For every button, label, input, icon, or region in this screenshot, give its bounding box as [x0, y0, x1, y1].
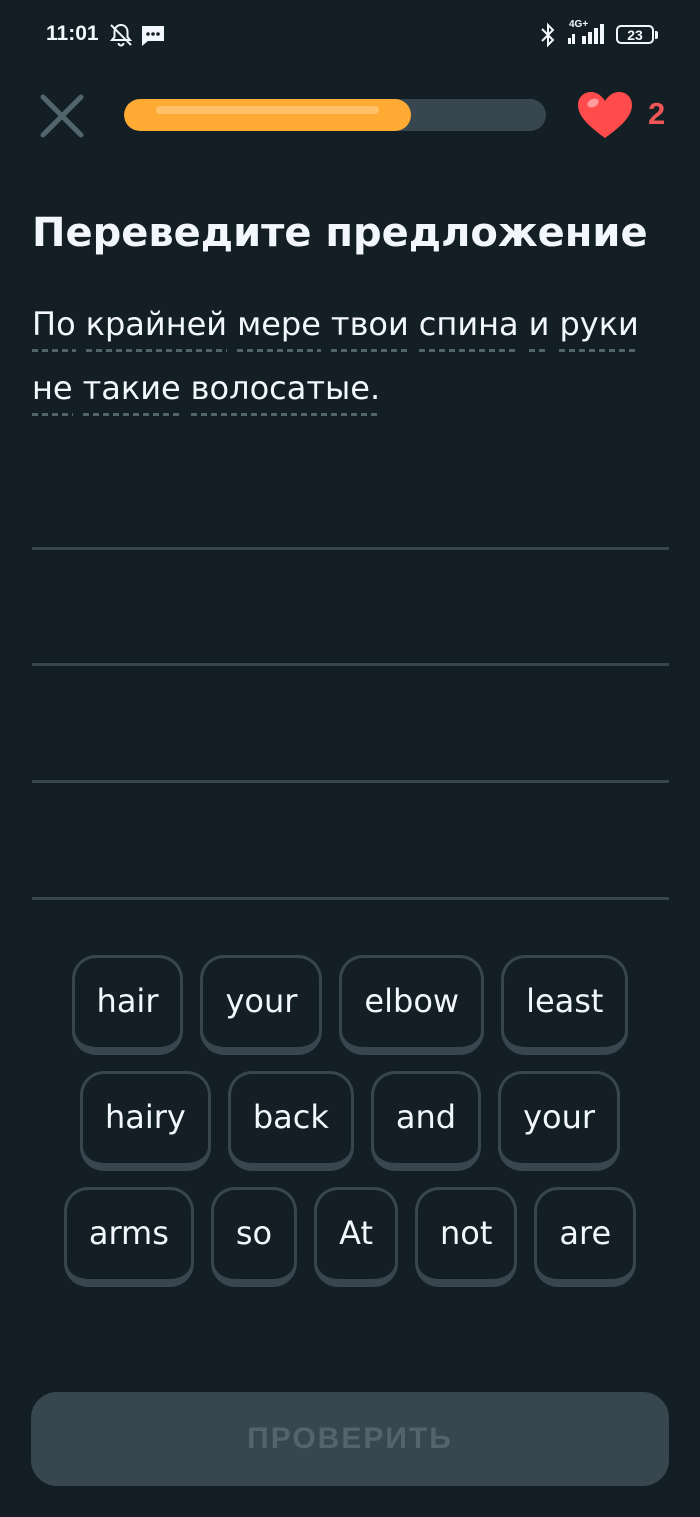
word-chip[interactable]: elbow — [339, 955, 485, 1055]
word-chip[interactable]: least — [501, 955, 629, 1055]
status-bar: 11:01 4G+ 23 — [0, 0, 700, 70]
lesson-progress-bar — [124, 99, 546, 131]
word-chip[interactable]: hairy — [79, 1071, 211, 1171]
word-bank: hair your elbow least hairy back and your arms so… — [0, 955, 700, 1303]
prompt-word[interactable]: и — [528, 300, 550, 352]
status-time: 11:01 — [46, 22, 99, 45]
close-icon[interactable] — [38, 92, 86, 140]
prompt-word[interactable]: не — [32, 364, 73, 416]
word-chip[interactable]: are — [534, 1187, 637, 1287]
prompt-word[interactable]: твои — [330, 300, 409, 352]
bluetooth-icon — [541, 22, 555, 48]
word-chip[interactable]: back — [227, 1071, 354, 1171]
exercise-title: Переведите предложение — [32, 210, 648, 256]
signal-icon — [568, 24, 604, 44]
answer-line[interactable] — [32, 897, 669, 900]
word-chip[interactable]: so — [210, 1187, 298, 1287]
prompt-word[interactable]: крайней — [85, 300, 228, 352]
message-icon — [142, 26, 164, 46]
lives-count: 2 — [648, 96, 666, 131]
prompt-sentence: По крайней мере твои спина и руки не такие волоса… — [32, 292, 672, 420]
prompt-word[interactable]: такие — [82, 364, 181, 416]
word-bank-row: hair your elbow least — [0, 955, 700, 1055]
word-chip[interactable]: arms — [63, 1187, 194, 1287]
prompt-word[interactable]: По — [32, 300, 76, 352]
word-chip[interactable]: At — [314, 1187, 398, 1287]
prompt-word[interactable]: волосатые. — [190, 364, 381, 416]
heart-icon[interactable] — [576, 90, 634, 140]
bell-muted-icon — [109, 23, 133, 47]
prompt-word[interactable]: спина — [418, 300, 519, 352]
word-chip[interactable]: your — [498, 1071, 621, 1171]
prompt-word[interactable]: руки — [559, 300, 639, 352]
word-bank-row: hairy back and your — [0, 1071, 700, 1171]
prompt-word[interactable]: мере — [237, 300, 321, 352]
progress-shine — [156, 106, 379, 114]
word-chip[interactable]: your — [200, 955, 323, 1055]
battery-indicator: 23 — [616, 25, 658, 44]
word-chip[interactable]: and — [370, 1071, 482, 1171]
answer-line[interactable] — [32, 780, 669, 783]
check-button[interactable]: ПРОВЕРИТЬ — [31, 1392, 669, 1486]
answer-line[interactable] — [32, 663, 669, 666]
progress-fill — [124, 99, 411, 131]
word-chip[interactable]: not — [415, 1187, 518, 1287]
word-bank-row: arms so At not are — [0, 1187, 700, 1287]
word-chip[interactable]: hair — [71, 955, 184, 1055]
answer-line[interactable] — [32, 547, 669, 550]
